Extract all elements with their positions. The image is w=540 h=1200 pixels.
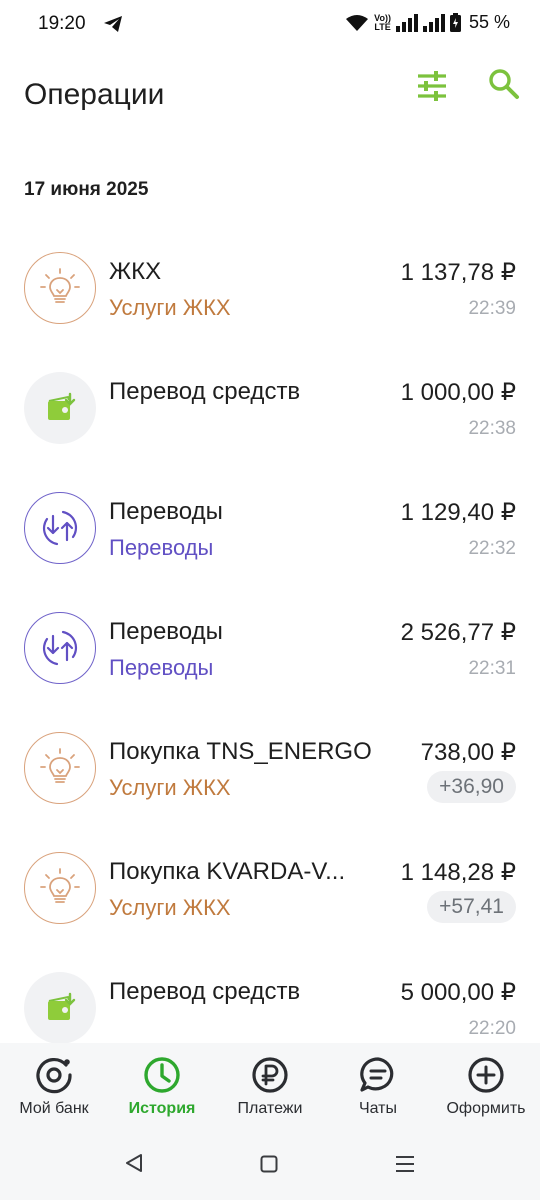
operation-title: Переводы	[109, 618, 223, 645]
cashback-badge: +36,90	[427, 771, 516, 803]
signal-icon-1	[395, 13, 418, 32]
operation-category: Переводы	[109, 655, 214, 680]
operation-row[interactable]: Покупка TNS_ENERGO Услуги ЖКХ 738,00 ₽ +…	[0, 712, 540, 832]
operation-time: 22:32	[468, 538, 516, 559]
operation-row[interactable]: Переводы Переводы 2 526,77 ₽ 22:31	[0, 592, 540, 712]
battery-percent: 55 %	[468, 12, 510, 32]
operation-category: Переводы	[109, 535, 214, 560]
search-button[interactable]	[486, 66, 522, 102]
wallet-transfer-icon	[24, 372, 96, 444]
page-title: Операции	[24, 78, 165, 111]
nav-label: Платежи	[237, 1100, 303, 1117]
operation-category: Услуги ЖКХ	[109, 895, 231, 920]
operation-amount: 5 000,00 ₽	[400, 979, 516, 1006]
volte-bottom: LTE	[374, 21, 391, 32]
nav-label: Оформить	[446, 1100, 526, 1117]
operation-amount: 1 000,00 ₽	[400, 379, 516, 406]
operation-time: 22:38	[468, 418, 516, 439]
operation-time: 22:39	[468, 298, 516, 319]
status-time: 19:20	[38, 13, 86, 34]
operation-title: ЖКХ	[109, 258, 162, 285]
nav-label: Чаты	[358, 1100, 398, 1117]
operation-row[interactable]: Перевод средств 1 000,00 ₽ 22:38	[0, 352, 540, 472]
lightbulb-icon	[24, 852, 96, 924]
transfer-arrows-icon	[24, 612, 96, 684]
operations-list: ЖКХ Услуги ЖКХ 1 137,78 ₽ 22:39 Перевод …	[0, 232, 540, 1072]
plus-circle-icon	[468, 1057, 504, 1093]
wallet-transfer-icon	[24, 972, 96, 1044]
nav-apply[interactable]: Оформить	[432, 1043, 540, 1127]
nav-chats[interactable]: Чаты	[324, 1043, 432, 1127]
operation-amount: 1 137,78 ₽	[400, 259, 516, 286]
operation-time: 22:31	[468, 658, 516, 679]
operation-category: Услуги ЖКХ	[109, 295, 231, 320]
operation-category: Услуги ЖКХ	[109, 775, 231, 800]
nav-payments[interactable]: Платежи	[216, 1043, 324, 1127]
home-icon[interactable]	[260, 1155, 278, 1178]
operation-time: 22:20	[468, 1018, 516, 1039]
status-icons: Vo)) LTE 55 %	[345, 12, 510, 33]
system-navigation-bar	[0, 1127, 540, 1200]
operation-amount: 1 148,28 ₽	[400, 859, 516, 886]
telegram-icon	[103, 15, 123, 38]
lightbulb-icon	[24, 732, 96, 804]
operation-row[interactable]: Покупка KVARDA-V... Услуги ЖКХ 1 148,28 …	[0, 832, 540, 952]
transfer-arrows-icon	[24, 492, 96, 564]
clock-icon	[144, 1057, 180, 1093]
operation-title: Покупка KVARDA-V...	[109, 858, 346, 885]
lightbulb-icon	[24, 252, 96, 324]
ruble-icon	[252, 1057, 288, 1093]
nav-history[interactable]: История	[108, 1043, 216, 1127]
operation-title: Переводы	[109, 498, 223, 525]
recents-icon[interactable]	[395, 1155, 415, 1178]
filter-button[interactable]	[414, 68, 450, 104]
search-icon	[489, 69, 519, 99]
back-icon[interactable]	[124, 1153, 144, 1178]
nav-label: История	[128, 1100, 196, 1117]
cashback-badge: +57,41	[427, 891, 516, 923]
bottom-navigation: Мой банк История Платежи Чаты Оформить	[0, 1043, 540, 1127]
signal-icon-2	[422, 13, 445, 32]
volte-indicator: Vo)) LTE	[374, 13, 391, 32]
operation-title: Покупка TNS_ENERGO	[109, 738, 372, 765]
status-bar: 19:20 Vo)) LTE 55 %	[0, 0, 540, 48]
date-group-heading: 17 июня 2025	[24, 179, 149, 200]
nav-my-bank[interactable]: Мой банк	[0, 1043, 108, 1127]
my-bank-icon	[36, 1058, 72, 1094]
operation-row[interactable]: Переводы Переводы 1 129,40 ₽ 22:32	[0, 472, 540, 592]
wifi-icon	[345, 14, 369, 32]
nav-label: Мой банк	[19, 1100, 89, 1117]
operation-amount: 2 526,77 ₽	[400, 619, 516, 646]
operation-title: Перевод средств	[109, 978, 301, 1005]
operation-title: Перевод средств	[109, 378, 301, 405]
operation-amount: 738,00 ₽	[420, 739, 516, 766]
sliders-icon	[418, 71, 446, 101]
chat-icon	[360, 1057, 394, 1092]
battery-icon	[449, 13, 461, 32]
operation-row[interactable]: ЖКХ Услуги ЖКХ 1 137,78 ₽ 22:39	[0, 232, 540, 352]
operation-amount: 1 129,40 ₽	[400, 499, 516, 526]
